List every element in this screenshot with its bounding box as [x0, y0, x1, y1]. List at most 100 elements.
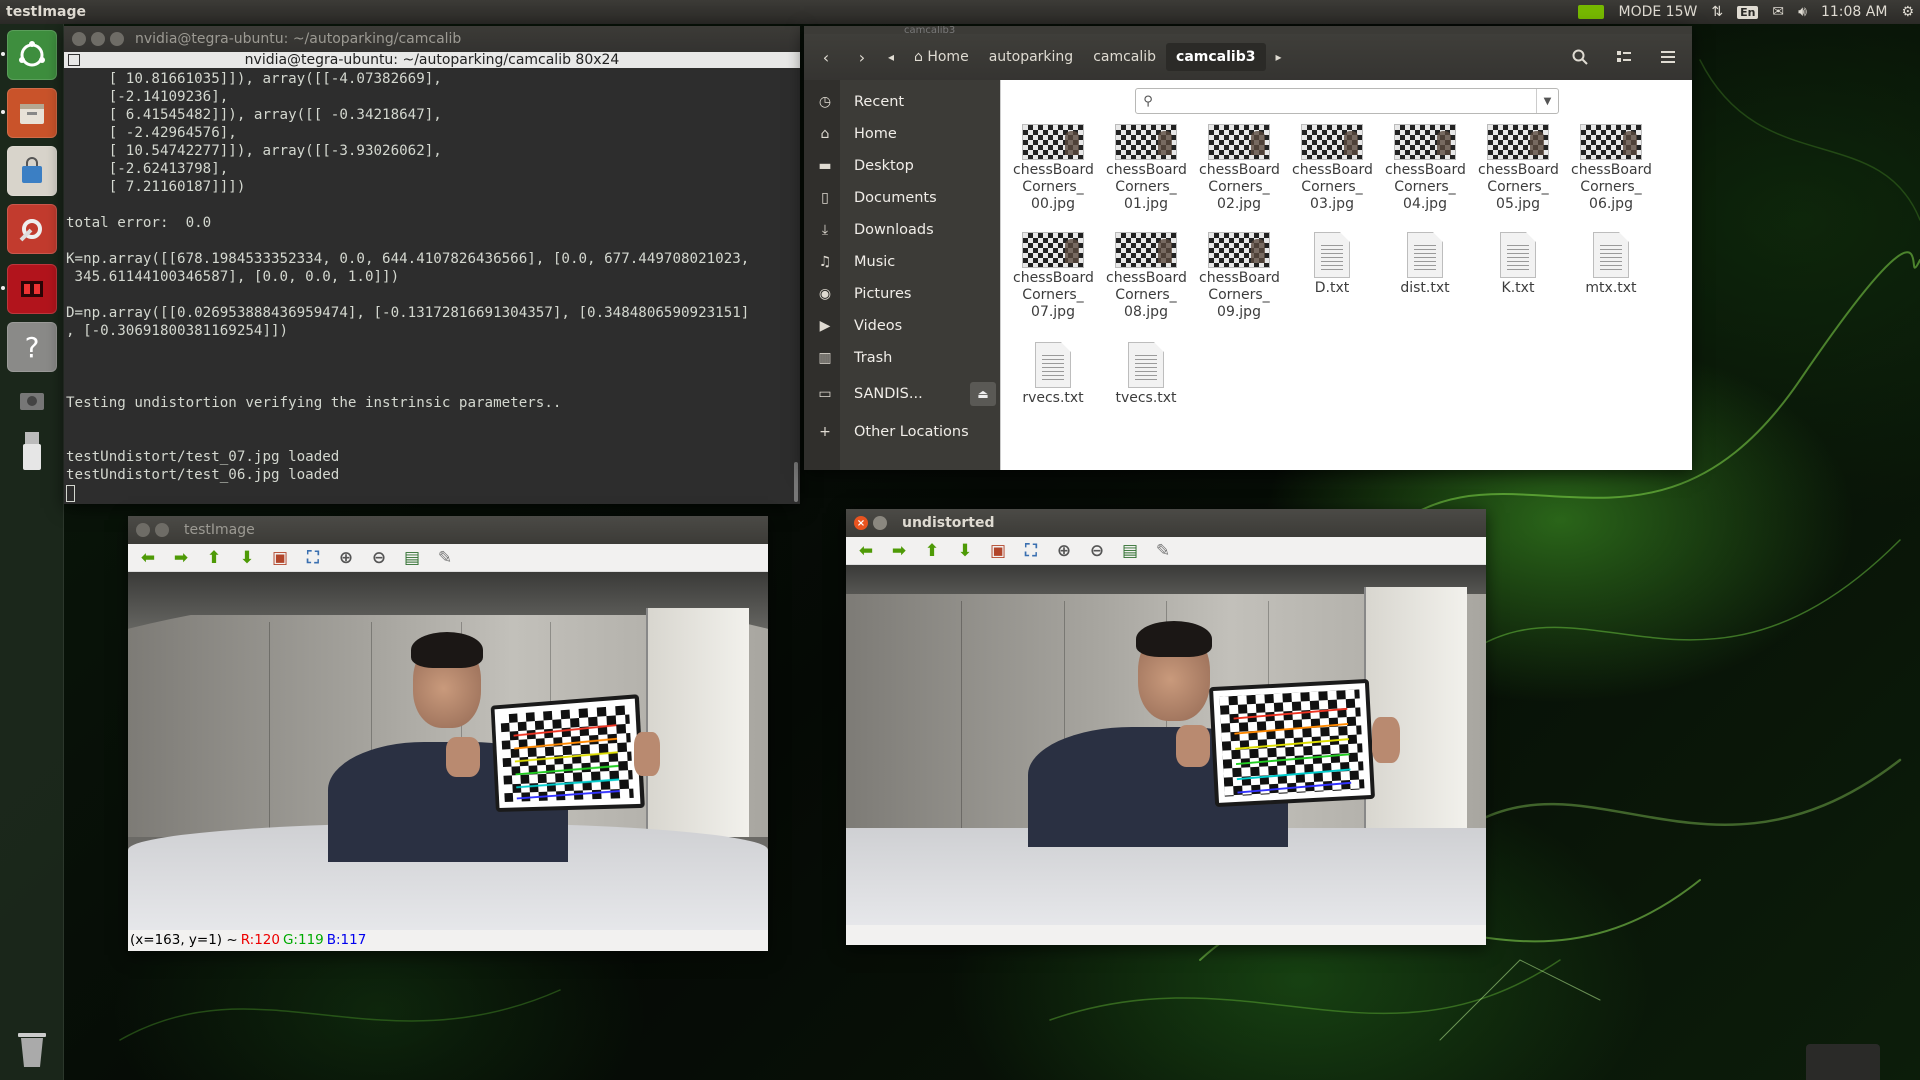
arrow-left-icon[interactable]: ⬅	[134, 546, 162, 570]
file-item[interactable]: D.txt	[1288, 232, 1376, 297]
keyboard-layout-indicator[interactable]: En	[1737, 5, 1759, 19]
file-item[interactable]: mtx.txt	[1567, 232, 1655, 297]
sidebar-item-pictures[interactable]: ◉ Pictures	[804, 278, 1000, 310]
properties-icon[interactable]: ✎	[1149, 539, 1177, 563]
sidebar-item-recent[interactable]: ◷ Recent	[804, 86, 1000, 118]
ubuntu-dash-icon[interactable]	[7, 30, 57, 80]
power-mode-indicator[interactable]: MODE 15W	[1618, 4, 1697, 20]
arrow-up-icon[interactable]: ⬆	[918, 539, 946, 563]
breadcrumb-home[interactable]: ⌂ Home	[904, 43, 979, 71]
file-item[interactable]: chessBoard Corners_ 05.jpg	[1474, 124, 1562, 213]
clock[interactable]: 11:08 AM	[1821, 4, 1887, 20]
arrow-up-icon[interactable]: ⬆	[200, 546, 228, 570]
file-item[interactable]: chessBoard Corners_ 00.jpg	[1009, 124, 1097, 213]
undistorted-canvas[interactable]	[846, 565, 1486, 925]
zoom-in-icon[interactable]: ⊕	[1050, 539, 1078, 563]
help-icon[interactable]: ?	[7, 322, 57, 372]
screenshot-icon[interactable]	[7, 380, 57, 420]
eject-icon[interactable]: ⏏	[970, 382, 996, 406]
maximize-button[interactable]	[110, 32, 124, 46]
file-item[interactable]: K.txt	[1474, 232, 1562, 297]
test-image-titlebar[interactable]: testImage	[128, 516, 768, 544]
mail-icon[interactable]: ✉	[1772, 4, 1784, 20]
breadcrumb-camcalib3[interactable]: camcalib3	[1166, 43, 1266, 71]
file-item[interactable]: chessBoard Corners_ 04.jpg	[1381, 124, 1469, 213]
search-input[interactable]	[1160, 90, 1536, 112]
file-manager-icon[interactable]	[7, 88, 57, 138]
breadcrumb-left-arrow[interactable]: ◂	[882, 41, 900, 73]
back-button[interactable]: ‹	[810, 41, 842, 73]
pixel-coords: (x=163, y=1) ~	[130, 932, 238, 948]
breadcrumb-autoparking[interactable]: autoparking	[979, 43, 1084, 71]
file-name: chessBoard Corners_ 08.jpg	[1106, 270, 1187, 320]
terminal-output[interactable]: [ 10.81661035]]), array([[-4.07382669], …	[64, 68, 800, 504]
image-icon[interactable]: ▣	[984, 539, 1012, 563]
nvidia-icon[interactable]	[1578, 5, 1605, 19]
file-item[interactable]: chessBoard Corners_ 07.jpg	[1009, 232, 1097, 321]
arrow-left-icon[interactable]: ⬅	[852, 539, 880, 563]
file-item[interactable]: chessBoard Corners_ 03.jpg	[1288, 124, 1376, 213]
gear-icon[interactable]: ⚙	[1901, 4, 1914, 20]
software-center-icon[interactable]	[7, 146, 57, 196]
file-item[interactable]: chessBoard Corners_ 02.jpg	[1195, 124, 1283, 213]
close-button[interactable]	[136, 523, 150, 537]
zoom-out-icon[interactable]: ⊖	[365, 546, 393, 570]
sidebar-item-music[interactable]: ♫ Music	[804, 246, 1000, 278]
sidebar-item-other-locations[interactable]: + Other Locations	[804, 416, 1000, 448]
sidebar-item-sandis[interactable]: ▭ SANDIS... ⏏	[804, 378, 1000, 410]
image-icon[interactable]: ▣	[266, 546, 294, 570]
breadcrumb-camcalib[interactable]: camcalib	[1083, 43, 1166, 71]
close-button[interactable]	[72, 32, 86, 46]
image-thumbnail-icon	[1022, 124, 1084, 160]
gpu-monitor-icon[interactable]	[7, 264, 57, 314]
zoom-out-icon[interactable]: ⊖	[1083, 539, 1111, 563]
save-icon[interactable]: ▤	[1116, 539, 1144, 563]
fit-icon[interactable]: ⛶	[299, 546, 327, 570]
minimize-button[interactable]	[91, 32, 105, 46]
terminal-tab[interactable]: nvidia@tegra-ubuntu: ~/autoparking/camca…	[64, 52, 800, 68]
terminal-titlebar[interactable]: nvidia@tegra-ubuntu: ~/autoparking/camca…	[64, 26, 800, 52]
sidebar-item-videos[interactable]: ▶ Videos	[804, 310, 1000, 342]
arrow-right-icon[interactable]: ➡	[885, 539, 913, 563]
sidebar-item-desktop[interactable]: ▬ Desktop	[804, 150, 1000, 182]
volume-icon[interactable]: 🔊︎	[1798, 4, 1807, 20]
minimize-button[interactable]	[873, 516, 887, 530]
file-item[interactable]: chessBoard Corners_ 09.jpg	[1195, 232, 1283, 321]
properties-icon[interactable]: ✎	[431, 546, 459, 570]
file-item[interactable]: dist.txt	[1381, 232, 1469, 297]
undistorted-titlebar[interactable]: × undistorted	[846, 509, 1486, 537]
arrow-right-icon[interactable]: ➡	[167, 546, 195, 570]
file-name: chessBoard Corners_ 00.jpg	[1013, 162, 1094, 212]
zoom-in-icon[interactable]: ⊕	[332, 546, 360, 570]
file-manager-titlebar[interactable]: camcalib3	[804, 26, 1692, 34]
file-manager-headerbar: ‹ › ◂ ⌂ Home autoparking camcalib camcal…	[804, 34, 1692, 80]
file-item[interactable]: chessBoard Corners_ 08.jpg	[1102, 232, 1190, 321]
usb-drive-icon[interactable]	[7, 428, 57, 474]
fit-icon[interactable]: ⛶	[1017, 539, 1045, 563]
test-image-canvas[interactable]	[128, 572, 768, 930]
sidebar-item-home[interactable]: ⌂ Home	[804, 118, 1000, 150]
arrow-down-icon[interactable]: ⬇	[233, 546, 261, 570]
close-button[interactable]: ×	[854, 516, 868, 530]
file-item[interactable]: tvecs.txt	[1102, 342, 1190, 407]
viewer-footer	[846, 925, 1486, 945]
arrow-down-icon[interactable]: ⬇	[951, 539, 979, 563]
system-settings-icon[interactable]	[7, 204, 57, 254]
minimize-button[interactable]	[155, 523, 169, 537]
breadcrumb-right-arrow[interactable]: ▸	[1270, 41, 1288, 73]
search-options-dropdown[interactable]: ▼	[1536, 89, 1558, 113]
trash-icon[interactable]	[7, 1024, 57, 1074]
save-icon[interactable]: ▤	[398, 546, 426, 570]
file-item[interactable]: chessBoard Corners_ 06.jpg	[1567, 124, 1655, 213]
network-icon[interactable]: ⇅	[1711, 4, 1723, 20]
sidebar-item-documents[interactable]: ▯ Documents	[804, 182, 1000, 214]
menu-button[interactable]	[1650, 41, 1686, 73]
file-item[interactable]: chessBoard Corners_ 01.jpg	[1102, 124, 1190, 213]
file-item[interactable]: rvecs.txt	[1009, 342, 1097, 407]
terminal-scrollbar[interactable]	[794, 462, 798, 502]
forward-button[interactable]: ›	[846, 41, 878, 73]
search-button[interactable]	[1562, 41, 1598, 73]
sidebar-item-downloads[interactable]: ⤓ Downloads	[804, 214, 1000, 246]
sidebar-item-trash[interactable]: ▥ Trash	[804, 342, 1000, 374]
view-toggle-button[interactable]	[1606, 41, 1642, 73]
